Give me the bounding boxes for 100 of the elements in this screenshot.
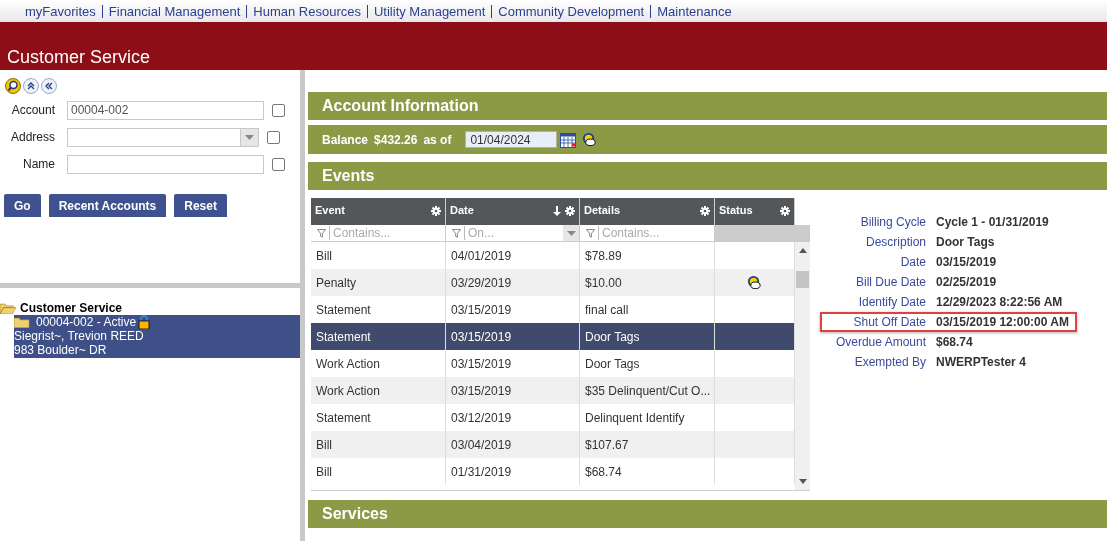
detail-label: Bill Due Date	[854, 275, 927, 289]
table-cell: 03/29/2019	[451, 275, 512, 290]
settings-icon[interactable]	[431, 206, 441, 216]
detail-value: 03/15/2019 12:00:00 AM	[936, 315, 1069, 329]
table-cell: $78.89	[585, 248, 622, 263]
table-cell: Statement	[316, 410, 371, 425]
collapse-up-icon[interactable]	[23, 78, 39, 94]
table-cell: 03/15/2019	[451, 329, 512, 344]
table-cell: 03/12/2019	[451, 410, 512, 425]
detail-value: 02/25/2019	[936, 275, 997, 289]
detail-label: Date	[899, 255, 927, 269]
table-cell: 03/15/2019	[451, 302, 512, 317]
table-cell: $68.74	[585, 464, 622, 479]
padlock-icon	[138, 315, 151, 329]
table-cell: Bill	[316, 464, 332, 479]
table-cell: 01/31/2019	[451, 464, 512, 479]
scroll-up-icon[interactable]	[798, 248, 807, 253]
tree-item-text: Siegrist~, Trevion REED	[14, 329, 144, 343]
table-cell: Delinquent Identify	[585, 410, 685, 425]
scroll-thumb[interactable]	[796, 271, 809, 288]
search-icon[interactable]	[5, 78, 21, 94]
scroll-down-icon[interactable]	[798, 479, 807, 484]
folder-icon	[14, 316, 30, 328]
settings-icon[interactable]	[565, 206, 575, 216]
detail-value: $68.74	[936, 335, 973, 349]
column-header[interactable]: Event	[311, 198, 446, 225]
nav-link[interactable]: Human Resources	[253, 3, 361, 19]
table-cell: 03/15/2019	[451, 383, 512, 398]
filter-icon	[586, 228, 595, 238]
filter-icon	[317, 228, 326, 238]
date-field[interactable]: 01/04/2024	[465, 131, 558, 148]
column-header[interactable]: Status	[715, 198, 795, 225]
table-cell: $10.00	[585, 275, 622, 290]
field-label: Account	[10, 103, 56, 117]
settings-icon[interactable]	[700, 206, 710, 216]
nav-link[interactable]: Maintenance	[657, 3, 732, 19]
action-button[interactable]: Reset	[174, 194, 227, 217]
table-cell: Bill	[316, 248, 332, 263]
detail-label: Shut Off Date	[852, 315, 927, 329]
table-cell: Door Tags	[585, 329, 640, 344]
detail-value: NWERPTester 4	[936, 355, 1026, 369]
table-cell: $35 Delinquent/Cut O...	[585, 383, 711, 398]
scrollbar[interactable]	[795, 242, 810, 490]
table-cell: Work Action	[316, 383, 380, 398]
folder-icon[interactable]	[0, 302, 16, 314]
checkbox[interactable]	[267, 130, 280, 144]
status-badge-icon[interactable]	[582, 132, 598, 147]
checkbox[interactable]	[272, 103, 285, 117]
table-row[interactable]: Bill 03/04/2019 $107.67	[311, 431, 795, 458]
detail-label: Overdue Amount	[834, 335, 927, 349]
input-field[interactable]	[67, 154, 264, 174]
table-row[interactable]: Statement 03/15/2019 Door Tags	[311, 323, 795, 350]
as-of-label: as of	[423, 132, 452, 147]
table-cell: Statement	[316, 329, 371, 344]
table-cell: Statement	[316, 302, 371, 317]
field-label: Name	[22, 157, 56, 171]
checkbox[interactable]	[272, 157, 285, 171]
tree-item[interactable]: 00004-002 - Active Siegrist~, Trevion REED 983 Boulder~ DR	[14, 315, 300, 358]
table-cell: 03/15/2019	[451, 356, 512, 371]
filter-icon	[452, 228, 461, 238]
nav-link[interactable]: Community Development	[498, 3, 645, 19]
detail-value: Door Tags	[936, 235, 995, 249]
caret-icon	[245, 134, 254, 140]
section-header: Events	[308, 162, 1107, 190]
table-row[interactable]: Work Action 03/15/2019 $35 Delinquent/Cut O...	[311, 377, 795, 404]
nav-link[interactable]: Utility Management	[374, 3, 486, 19]
table-cell: Door Tags	[585, 356, 640, 371]
action-button[interactable]: Recent Accounts	[48, 194, 167, 217]
section-header: Services	[308, 500, 1107, 528]
table-cell: 03/04/2019	[451, 437, 512, 452]
app-title: Customer Service	[7, 47, 151, 68]
table-cell: Penalty	[316, 275, 357, 290]
column-header[interactable]: Date	[446, 198, 580, 225]
action-button[interactable]: Go	[4, 194, 41, 217]
balance-amount: $432.26	[374, 132, 418, 147]
tree-item-text: 983 Boulder~ DR	[14, 343, 107, 357]
section-header: Account Information	[308, 92, 1107, 120]
table-cell: $107.67	[585, 437, 629, 452]
tree-item-text: 00004-002 - Active	[36, 315, 137, 329]
column-header[interactable]: Details	[580, 198, 715, 225]
detail-value: Cycle 1 - 01/31/2019	[936, 215, 1049, 229]
tree-node[interactable]: Customer Service	[20, 301, 123, 315]
table-row[interactable]: Penalty 03/29/2019 $10.00	[311, 269, 795, 296]
nav-link[interactable]: myFavorites	[25, 3, 96, 19]
balance-label: Balance	[322, 132, 369, 147]
detail-label: Description	[864, 235, 927, 249]
nav-link[interactable]: Financial Management	[108, 3, 241, 19]
dropdown-field[interactable]	[67, 127, 259, 147]
table-cell: 04/01/2019	[451, 248, 512, 263]
caret-icon[interactable]	[566, 230, 576, 236]
table-cell: final call	[585, 302, 629, 317]
detail-value: 03/15/2019	[936, 255, 997, 269]
settings-icon[interactable]	[780, 206, 790, 216]
sort-descending-icon[interactable]	[553, 206, 561, 216]
collapse-left-icon[interactable]	[41, 78, 57, 94]
detail-label: Billing Cycle	[859, 215, 927, 229]
detail-label: Identify Date	[857, 295, 927, 309]
calendar-icon[interactable]	[560, 131, 577, 148]
input-field[interactable]: 00004-002	[67, 100, 264, 120]
detail-value: 12/29/2023 8:22:56 AM	[936, 295, 1063, 309]
